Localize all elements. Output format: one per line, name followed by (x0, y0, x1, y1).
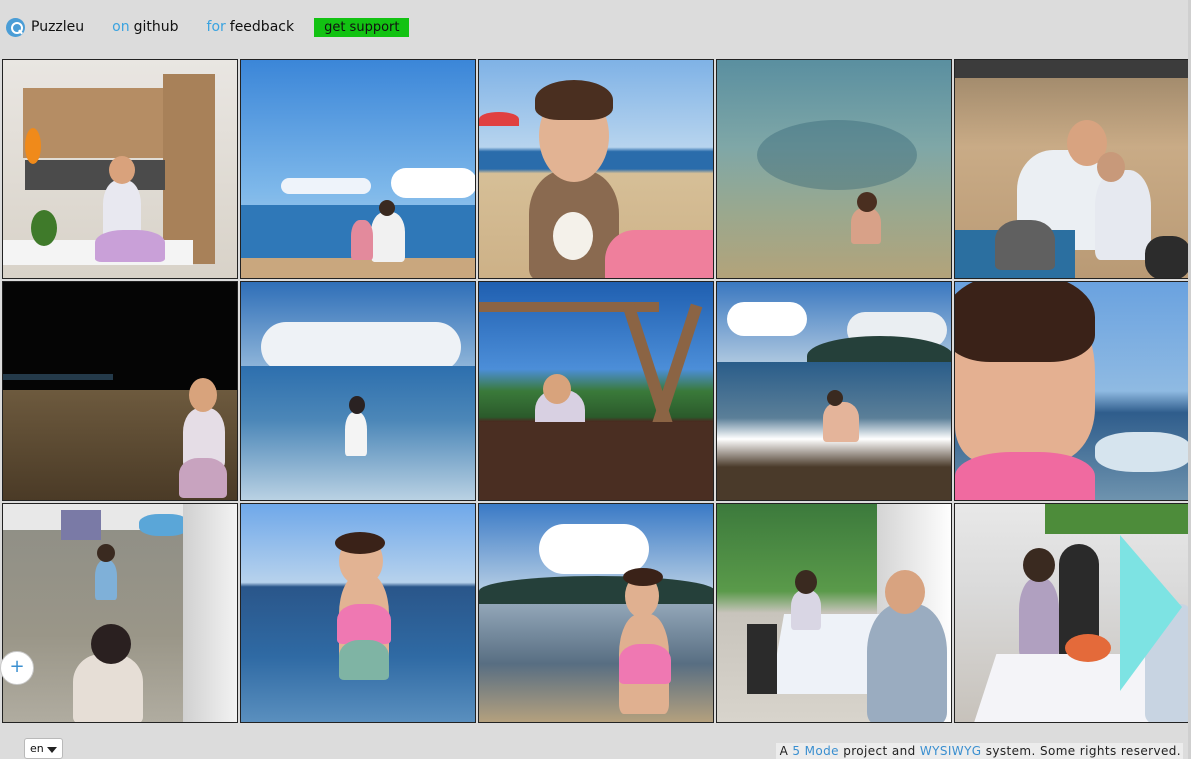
photo-tile[interactable] (2, 281, 238, 501)
language-select-value: en (30, 742, 44, 755)
get-support-button[interactable]: get support (314, 17, 410, 37)
footer-credits: A 5 Mode project and WYSIWYG system. Som… (775, 743, 1183, 759)
language-select[interactable]: en (24, 738, 63, 759)
photo-tile[interactable] (2, 59, 238, 279)
footer-suffix: system. Some rights reserved. (985, 744, 1181, 758)
photo-tile[interactable] (478, 503, 714, 723)
github-link-label: github (133, 19, 179, 35)
photo-grid (2, 59, 1190, 723)
photo-tile[interactable] (716, 59, 952, 279)
github-link[interactable]: on github (112, 19, 178, 35)
photo-tile[interactable] (716, 281, 952, 501)
photo-tile[interactable] (478, 59, 714, 279)
caret-down-icon (47, 747, 57, 753)
feedback-link[interactable]: for feedback (207, 19, 295, 35)
add-button[interactable]: + (0, 651, 34, 685)
feedback-link-keyword: for (206, 19, 226, 35)
footer-prefix: A (779, 744, 789, 758)
photo-tile[interactable] (240, 281, 476, 501)
brand-name: Puzzleu (31, 19, 85, 35)
puzzleu-logo-icon (6, 17, 25, 37)
photo-tile[interactable] (240, 59, 476, 279)
brand[interactable]: Puzzleu (6, 15, 84, 39)
chevron-right-icon[interactable] (1120, 535, 1182, 691)
footer-mid: project and (843, 744, 916, 758)
photo-tile[interactable] (954, 59, 1190, 279)
github-link-keyword: on (112, 19, 130, 35)
photo-tile[interactable] (478, 281, 714, 501)
top-bar: Puzzleu on github for feedback get support (0, 0, 1191, 54)
photo-tile[interactable] (716, 503, 952, 723)
photo-tile[interactable] (2, 503, 238, 723)
wysiwyg-link[interactable]: WYSIWYG (920, 744, 982, 758)
photo-tile[interactable] (240, 503, 476, 723)
feedback-link-label: feedback (229, 19, 295, 35)
photo-tile[interactable] (954, 281, 1190, 501)
five-mode-link[interactable]: 5 Mode (792, 744, 839, 758)
